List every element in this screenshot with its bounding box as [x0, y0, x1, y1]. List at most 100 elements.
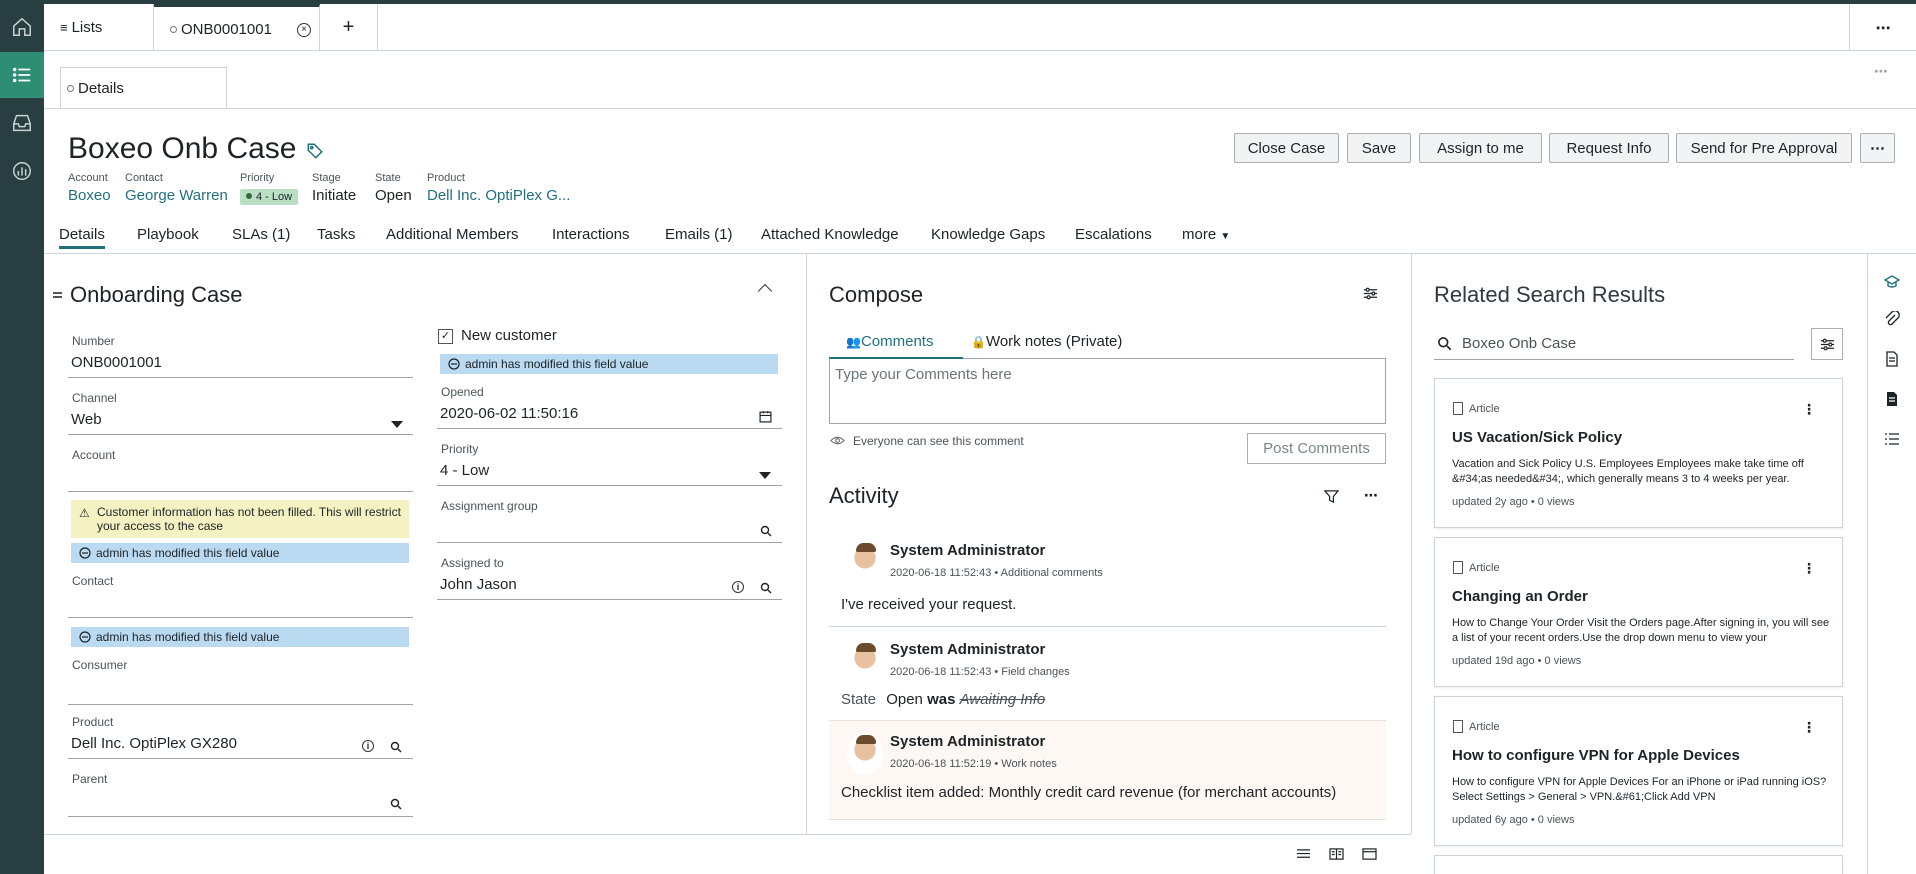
close-tab-icon[interactable]: × — [297, 23, 311, 37]
document-filled-icon[interactable] — [1884, 391, 1900, 407]
tab-slas[interactable]: SLAs (1) — [232, 226, 290, 243]
contextual-sidebar — [1867, 254, 1916, 874]
number-field[interactable]: ONB0001001 — [68, 354, 413, 378]
opened-field[interactable]: 2020-06-02 11:50:16 — [437, 405, 782, 429]
request-info-button[interactable]: Request Info — [1549, 133, 1669, 163]
contact-link[interactable]: George Warren — [125, 187, 228, 204]
workspace-more-button[interactable]: ⋯ — [1849, 4, 1916, 51]
warning-icon: ⚠ — [79, 506, 90, 520]
search-icon[interactable] — [390, 741, 402, 753]
activity-entry: System Administrator 2020-06-18 11:52:43… — [829, 531, 1386, 627]
tab-more[interactable]: more ▼ — [1182, 226, 1230, 243]
comment-textarea[interactable]: Type your Comments here — [829, 358, 1386, 424]
search-icon[interactable] — [760, 582, 772, 594]
calendar-icon[interactable] — [759, 410, 772, 423]
settings-sliders-icon[interactable] — [1363, 286, 1378, 301]
single-column-icon[interactable] — [1296, 848, 1311, 861]
more-actions-button[interactable]: ⋯ — [1860, 133, 1895, 163]
assign-to-me-button[interactable]: Assign to me — [1419, 133, 1542, 163]
tab-details-form[interactable]: Details — [60, 67, 227, 109]
analytics-icon[interactable] — [0, 148, 44, 194]
inbox-icon[interactable] — [0, 100, 44, 146]
meta-label: Contact — [125, 172, 163, 184]
list-icon[interactable] — [0, 52, 44, 98]
info-icon[interactable]: i — [362, 740, 374, 752]
tab-record-label: ONB0001001 — [181, 20, 272, 38]
avatar — [847, 641, 883, 683]
document-icon[interactable] — [1884, 351, 1900, 367]
tab-knowledge-gaps[interactable]: Knowledge Gaps — [931, 226, 1045, 243]
search-icon[interactable] — [390, 798, 402, 810]
panel-icon[interactable] — [1362, 848, 1377, 861]
field-new-value: Open — [886, 691, 923, 708]
save-button[interactable]: Save — [1347, 133, 1411, 163]
lock-icon: 🔒 — [971, 335, 986, 349]
article-card[interactable] — [1434, 855, 1843, 874]
record-status-icon — [170, 25, 177, 33]
checklist-icon[interactable] — [1884, 431, 1900, 447]
kebab-icon[interactable]: ⋮ — [1802, 560, 1816, 577]
home-icon[interactable] — [0, 4, 44, 50]
tab-interactions[interactable]: Interactions — [552, 226, 630, 243]
new-customer-label: New customer — [461, 327, 557, 344]
modified-text: admin has modified this field value — [465, 357, 649, 371]
parent-field[interactable] — [68, 793, 413, 817]
filter-icon[interactable] — [1324, 489, 1339, 504]
priority-select[interactable]: 4 - Low — [437, 462, 782, 486]
activity-more-icon[interactable]: ⋯ — [1364, 487, 1378, 504]
tab-comments[interactable]: 👥Comments — [846, 333, 933, 350]
article-card[interactable]: Article ⋮ US Vacation/Sick Policy Vacati… — [1434, 378, 1843, 528]
meta-account: Account Boxeo — [68, 172, 111, 204]
attachment-icon[interactable] — [1884, 311, 1900, 327]
drag-handle-icon[interactable] — [53, 292, 62, 298]
close-case-button[interactable]: Close Case — [1234, 133, 1339, 163]
tab-emails[interactable]: Emails (1) — [665, 226, 733, 243]
info-icon[interactable]: i — [732, 581, 744, 593]
tab-playbook[interactable]: Playbook — [137, 226, 199, 243]
kebab-icon[interactable]: ⋮ — [1802, 401, 1816, 418]
section-title: Onboarding Case — [70, 282, 243, 307]
assignment-group-field[interactable] — [437, 519, 782, 543]
article-card[interactable]: Article ⋮ Changing an Order How to Chang… — [1434, 537, 1843, 687]
related-settings-button[interactable] — [1811, 328, 1843, 360]
tab-lists[interactable]: ≡ Lists — [44, 4, 154, 51]
record-tabs: Details Playbook SLAs (1) Tasks Addition… — [44, 222, 1916, 254]
tab-record[interactable]: ONB0001001 × — [154, 4, 320, 51]
parent-label: Parent — [72, 772, 108, 786]
contact-field[interactable] — [68, 594, 413, 618]
account-link[interactable]: Boxeo — [68, 187, 111, 204]
consumer-label: Consumer — [72, 658, 128, 672]
modified-banner: admin has modified this field value — [71, 627, 409, 647]
related-search-input[interactable]: Boxeo Onb Case — [1434, 330, 1794, 360]
card-title[interactable]: US Vacation/Sick Policy — [1452, 429, 1622, 446]
tab-work-notes[interactable]: 🔒Work notes (Private) — [971, 333, 1122, 350]
agent-assist-icon[interactable] — [1884, 274, 1900, 290]
channel-select[interactable]: Web — [68, 411, 413, 435]
tab-additional-members[interactable]: Additional Members — [386, 226, 519, 243]
tab-work-notes-label: Work notes (Private) — [985, 333, 1123, 350]
card-footer: updated 2y ago • 0 views — [1452, 496, 1575, 508]
tab-attached-knowledge[interactable]: Attached Knowledge — [761, 226, 899, 243]
collapse-icon[interactable] — [757, 283, 773, 299]
article-card[interactable]: Article ⋮ How to configure VPN for Apple… — [1434, 696, 1843, 846]
account-field[interactable] — [68, 468, 413, 492]
new-customer-checkbox[interactable]: ✓ — [438, 329, 453, 344]
product-label: Product — [72, 715, 114, 729]
account-label: Account — [72, 448, 116, 462]
form-overflow-icon[interactable]: ⋯ — [1874, 63, 1888, 80]
search-icon[interactable] — [760, 525, 772, 537]
tab-tasks[interactable]: Tasks — [317, 226, 355, 243]
product-link[interactable]: Dell Inc. OptiPlex G... — [427, 187, 570, 204]
assigned-to-field[interactable]: John Jason — [437, 576, 782, 600]
tab-details[interactable]: Details — [59, 226, 105, 249]
card-title[interactable]: Changing an Order — [1452, 588, 1588, 605]
card-title[interactable]: How to configure VPN for Apple Devices — [1452, 747, 1740, 764]
two-column-icon[interactable] — [1329, 848, 1344, 861]
add-tab-button[interactable]: + — [320, 4, 378, 51]
tab-escalations[interactable]: Escalations — [1075, 226, 1152, 243]
tag-icon[interactable] — [306, 142, 324, 160]
send-for-pre-approval-button[interactable]: Send for Pre Approval — [1676, 133, 1852, 163]
post-comments-button[interactable]: Post Comments — [1247, 433, 1386, 464]
consumer-field[interactable] — [68, 681, 413, 705]
kebab-icon[interactable]: ⋮ — [1802, 719, 1816, 736]
